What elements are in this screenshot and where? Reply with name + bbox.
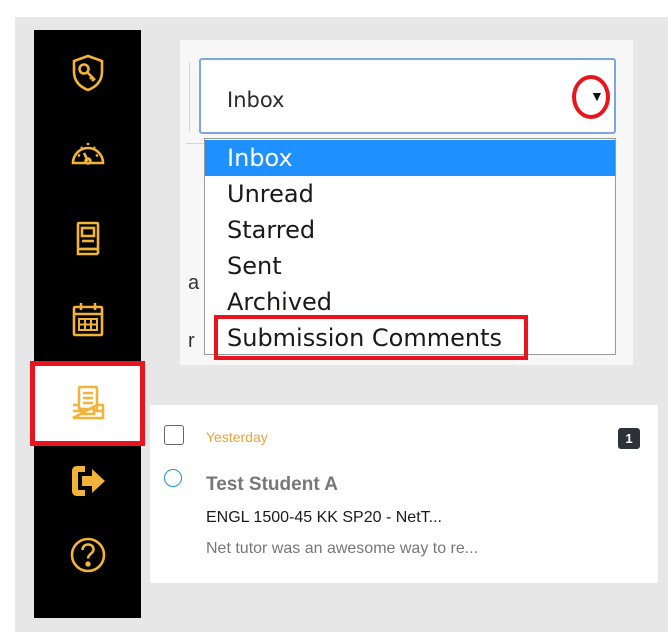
divider <box>189 62 190 132</box>
conversation-preview: Net tutor was an awesome way to re... <box>206 540 479 557</box>
arrow-callout-circle <box>572 75 610 119</box>
submission-comments-callout <box>214 315 528 360</box>
dashboard-gauge-icon <box>71 143 104 165</box>
help-icon <box>70 537 105 573</box>
mailbox-select-value: Inbox <box>227 88 285 112</box>
option-sent[interactable]: Sent <box>205 248 615 284</box>
nav-item-courses[interactable] <box>34 208 141 270</box>
shield-key-icon <box>72 54 103 92</box>
mailbox-select[interactable]: Inbox ▼ <box>199 58 616 134</box>
option-unread[interactable]: Unread <box>205 176 615 212</box>
option-starred[interactable]: Starred <box>205 212 615 248</box>
obscured-label-fragment: r <box>188 330 195 352</box>
option-inbox[interactable]: Inbox <box>205 140 615 176</box>
nav-item-dashboard[interactable] <box>34 122 141 184</box>
divider <box>186 143 206 144</box>
nav-item-calendar[interactable] <box>34 289 141 351</box>
conversation-date: Yesterday <box>206 429 268 445</box>
conversation-sender: Test Student A <box>206 474 338 495</box>
logout-arrow-icon <box>71 466 105 496</box>
nav-item-inbox[interactable] <box>34 372 141 434</box>
message-count-badge: 1 <box>618 428 640 449</box>
nav-item-help[interactable] <box>34 524 141 586</box>
conversation-subject: ENGL 1500-45 KK SP20 - NetT... <box>206 509 442 526</box>
nav-item-logout[interactable] <box>34 450 141 512</box>
book-icon <box>76 221 99 256</box>
select-conversation-checkbox[interactable] <box>164 425 184 445</box>
inbox-tray-icon <box>71 385 104 420</box>
mark-read-toggle[interactable] <box>164 469 182 487</box>
calendar-icon <box>72 303 103 337</box>
nav-item-admin[interactable] <box>34 42 141 104</box>
obscured-label-fragment: a <box>188 272 200 294</box>
